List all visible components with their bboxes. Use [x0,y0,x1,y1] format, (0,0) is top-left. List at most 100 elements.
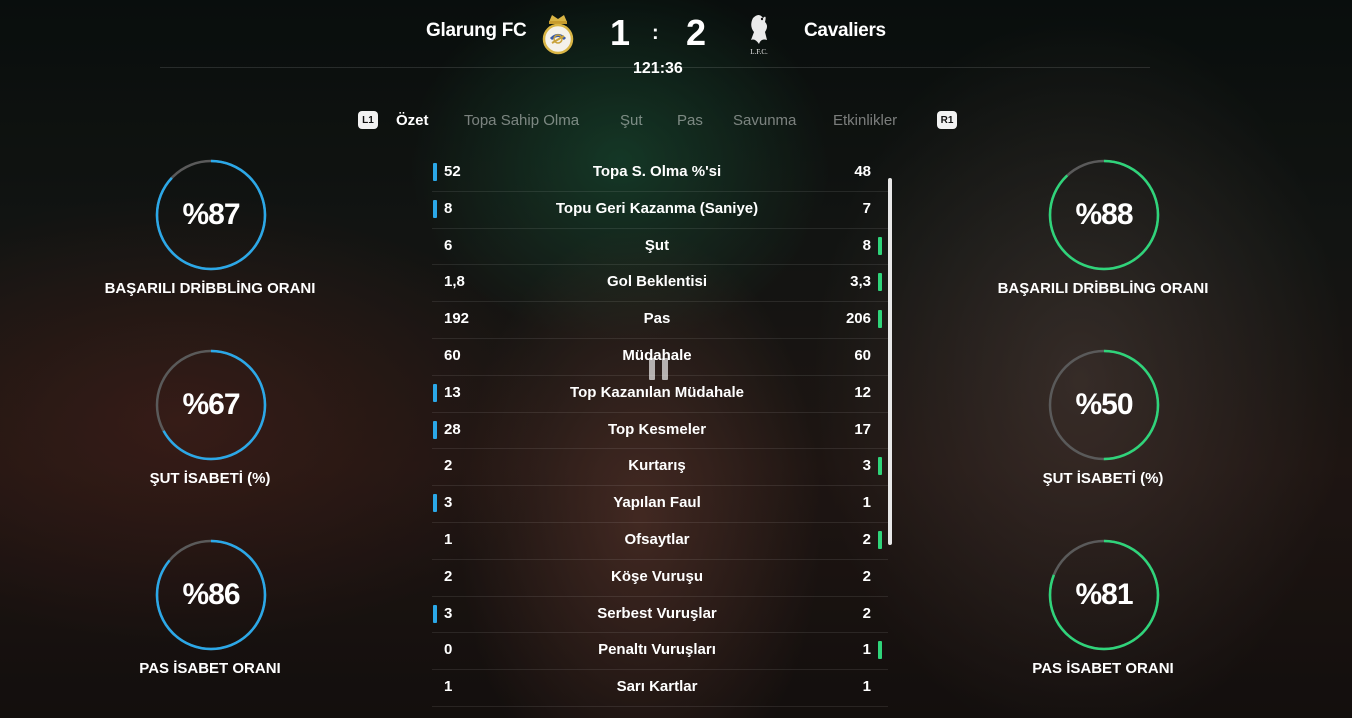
away-lead-indicator [878,310,882,329]
r1-button-hint[interactable]: R1 [937,111,957,129]
home-score: 1 [610,12,631,53]
home-stat-value: 0 [444,641,453,659]
liverbird-lfc-crest-icon: L.F.C. [750,15,768,56]
away-shot-accuracy-ring: %50 ŞUT İSABETİ (%) [973,349,1233,519]
tab-etkinlikler[interactable]: Etkinlikler [833,112,897,129]
away-score: 2 [686,12,707,53]
away-stat-value: 8 [862,236,871,254]
home-stat-value: 192 [444,310,470,328]
tab-sut[interactable]: Şut [620,112,643,129]
match-clock: 121:36 [633,60,683,77]
stat-row: 28 Top Kesmeler 17 [432,413,888,450]
home-stat-value: 2 [444,457,453,475]
ring-label: PAS İSABET ORANI [139,660,281,677]
home-shot-accuracy-ring: %67 ŞUT İSABETİ (%) [80,349,340,519]
away-lead-indicator [878,641,882,660]
stat-name: Kurtarış [628,457,686,475]
stat-name: Serbest Vuruşlar [597,604,717,622]
away-stat-value: 7 [862,199,871,217]
away-lead-indicator [878,457,882,476]
home-stat-value: 3 [444,604,453,622]
stat-name: Sarı Kartlar [616,678,698,696]
away-stat-value: 12 [854,383,871,401]
away-stat-value: 2 [862,530,871,548]
away-stat-value: 1 [862,678,871,696]
home-stat-value: 6 [444,236,453,254]
ring-label: PAS İSABET ORANI [1032,660,1174,677]
stat-row: 2 Köşe Vuruşu 2 [432,560,888,597]
ring-value: %86 [182,578,240,611]
stat-name: Yapılan Faul [613,494,701,512]
scoreboard-divider [160,67,1150,68]
ring-label: BAŞARILI DRİBBLİNG ORANI [997,280,1209,297]
away-dribbling-ring: %88 BAŞARILI DRİBBLİNG ORANI [973,159,1233,329]
away-team-name: Cavaliers [804,20,886,41]
home-lead-indicator [433,420,437,439]
away-stat-value: 2 [862,567,871,585]
away-stat-value: 48 [854,163,871,180]
stat-row: 6 Şut 8 [432,229,888,266]
scoreboard: Glarung FC 1 : 2 L.F.C. Cavaliers 121:36 [0,0,1352,80]
ring-value: %88 [1075,198,1133,231]
stats-tab-bar: L1 Özet Topa Sahip Olma Şut Pas Savunma … [0,110,1352,132]
stat-row: 2 Kurtarış 3 [432,449,888,487]
white-gold-club-crest-icon [542,15,574,55]
stat-row: 1 Ofsaytlar 2 [432,523,888,560]
tab-savunma[interactable]: Savunma [733,112,796,129]
away-pass-accuracy-ring: %81 PAS İSABET ORANI [973,539,1233,709]
away-stat-value: 3,3 [850,273,871,291]
away-stat-value: 17 [854,420,871,438]
ring-label: ŞUT İSABETİ (%) [149,470,271,487]
away-crest-text: L.F.C. [750,48,768,56]
stat-row: 13 Top Kazanılan Müdahale 12 [432,376,888,413]
home-lead-indicator [433,494,437,513]
stat-name: Topu Geri Kazanma (Saniye) [555,199,759,217]
stat-name: Gol Beklentisi [606,273,708,291]
home-lead-indicator [433,163,437,181]
away-stat-value: 1 [862,494,871,512]
ring-label: BAŞARILI DRİBBLİNG ORANI [104,280,316,297]
home-lead-indicator [433,604,437,623]
pause-icon [649,358,669,380]
ring-value: %81 [1075,578,1133,611]
home-lead-indicator [433,383,437,402]
stat-row: 8 Topu Geri Kazanma (Saniye) 7 [432,192,888,229]
match-stats-table[interactable]: 52 Topa S. Olma %'si 48 8 Topu Geri Kazanma… [432,155,888,707]
stat-name: Şut [644,236,670,254]
stat-row: 3 Serbest Vuruşlar 2 [432,597,888,634]
stats-scrollbar[interactable] [888,178,892,545]
stat-name: Penaltı Vuruşları [598,641,716,659]
home-stat-value: 8 [444,199,453,217]
home-dribbling-ring: %87 BAŞARILI DRİBBLİNG ORANI [80,159,340,329]
stat-row: 3 Yapılan Faul 1 [432,486,888,523]
home-stat-value: 1 [444,530,453,548]
away-lead-indicator [878,530,882,549]
away-stat-value: 3 [862,457,871,475]
away-lead-indicator [878,273,882,292]
away-stat-value: 206 [845,310,871,328]
tab-pas[interactable]: Pas [677,112,703,129]
tab-ozet[interactable]: Özet [396,112,429,129]
ring-label: ŞUT İSABETİ (%) [1042,470,1164,487]
stat-name: Köşe Vuruşu [611,567,703,585]
away-lead-indicator [878,236,882,255]
tab-topa-sahip-olma[interactable]: Topa Sahip Olma [464,112,579,129]
home-stat-value: 1 [444,678,453,696]
l1-button-hint[interactable]: L1 [358,111,378,129]
ring-value: %87 [182,198,240,231]
home-stat-value: 28 [444,420,461,438]
home-stat-value: 60 [444,346,461,364]
stat-row: 1 Sarı Kartlar 1 [432,670,888,707]
stat-name: Ofsaytlar [624,530,690,548]
stat-name: Topa S. Olma %'si [592,163,722,180]
away-stat-value: 1 [862,641,871,659]
stat-name: Pas [643,310,671,328]
stat-row: 192 Pas 206 [432,302,888,339]
home-pass-accuracy-ring: %86 PAS İSABET ORANI [80,539,340,709]
home-stat-value: 2 [444,567,453,585]
away-stat-value: 2 [862,604,871,622]
ring-value: %67 [182,388,240,421]
score-separator: : [652,22,659,44]
home-stat-value: 52 [444,163,461,180]
ring-value: %50 [1075,388,1133,421]
